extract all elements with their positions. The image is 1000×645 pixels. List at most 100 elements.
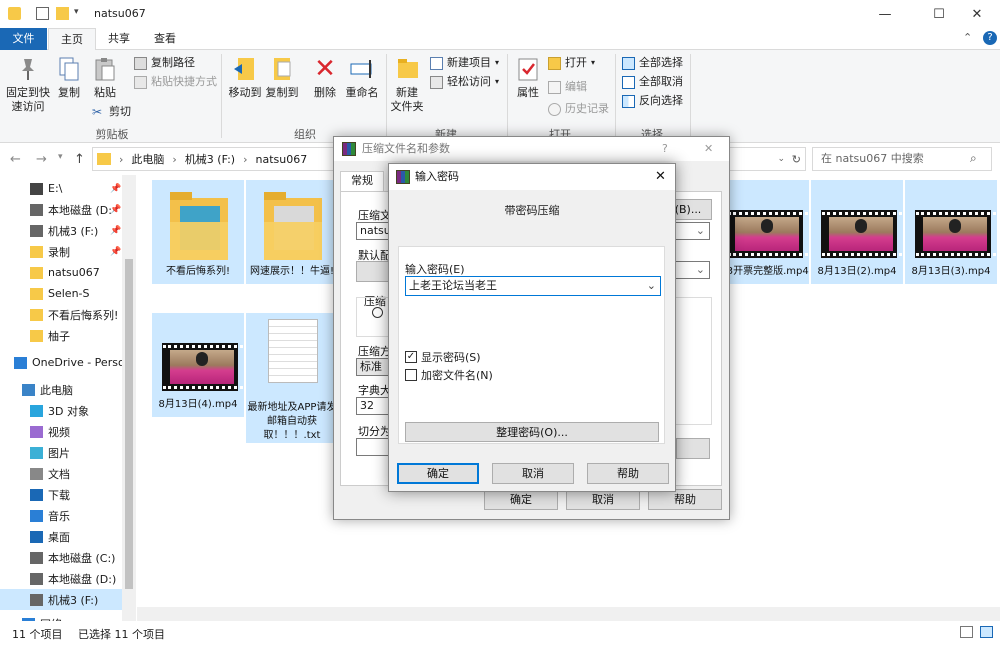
- new-item-button[interactable]: 新建项目 ▾: [430, 54, 499, 72]
- expand-ribbon-icon[interactable]: ⌃: [963, 31, 972, 44]
- sidebar-item[interactable]: 此电脑: [0, 379, 122, 400]
- sidebar-item[interactable]: 桌面: [0, 526, 122, 547]
- sidebar-item[interactable]: 机械3 (F:): [0, 589, 122, 610]
- scrollbar-thumb[interactable]: [125, 259, 133, 589]
- large-icons-view-icon[interactable]: [980, 626, 993, 638]
- sidebar-item[interactable]: 音乐: [0, 505, 122, 526]
- archive-help-button[interactable]: 帮助: [648, 489, 722, 510]
- folder-icon: [30, 266, 43, 279]
- dialog-close-button[interactable]: ✕: [704, 137, 713, 161]
- breadcrumb-folder[interactable]: natsu067: [255, 153, 307, 166]
- copy-button[interactable]: 复制: [54, 56, 84, 100]
- folder-icon: [264, 192, 322, 260]
- sidebar-item[interactable]: 机械3 (F:) 📌: [0, 220, 122, 241]
- sidebar-item[interactable]: 文档: [0, 463, 122, 484]
- pin-icon: 📌: [110, 183, 122, 194]
- new-folder-button[interactable]: 新建 文件夹: [390, 56, 424, 114]
- sidebar-item[interactable]: 下载: [0, 484, 122, 505]
- horizontal-scrollbar[interactable]: [137, 607, 1000, 621]
- customize-toolbar-icon[interactable]: ▾: [74, 7, 87, 20]
- file-item[interactable]: 网速展示！！牛逼!: [246, 180, 338, 284]
- sidebar-item[interactable]: 图片: [0, 442, 122, 463]
- delete-button[interactable]: ✕ 删除: [310, 56, 340, 100]
- sidebar-item[interactable]: E:\ 📌: [0, 178, 122, 199]
- password-dialog-close-button[interactable]: ✕: [655, 164, 666, 190]
- archive-ok-button[interactable]: 确定: [484, 489, 558, 510]
- password-dialog-title-bar: 输入密码 ✕: [389, 164, 675, 190]
- select-all-label: 全部选择: [639, 56, 683, 69]
- up-arrow-icon[interactable]: ↑: [74, 152, 85, 167]
- file-item[interactable]: 最新地址及APP请发邮箱自动获取！！！.txt: [246, 313, 338, 443]
- minimize-button[interactable]: —: [862, 0, 908, 28]
- sidebar-item[interactable]: 3D 对象: [0, 400, 122, 421]
- copy-to-button[interactable]: 复制到: [264, 56, 300, 100]
- properties-quick-icon[interactable]: [36, 7, 49, 20]
- details-view-icon[interactable]: [960, 626, 973, 638]
- address-dropdown-icon[interactable]: ⌄: [777, 154, 785, 164]
- tab-file[interactable]: 文件: [0, 28, 47, 50]
- tab-share[interactable]: 共享: [96, 28, 142, 50]
- sidebar-item[interactable]: 视频: [0, 421, 122, 442]
- help-icon[interactable]: ?: [983, 31, 997, 45]
- dialog-help-button[interactable]: ?: [662, 137, 668, 161]
- edit-button[interactable]: 编辑: [548, 78, 587, 96]
- password-heading: 带密码压缩: [504, 204, 560, 217]
- tab-general[interactable]: 常规: [340, 171, 384, 191]
- copy-path-button[interactable]: 复制路径: [134, 54, 195, 72]
- back-arrow-icon[interactable]: ←: [10, 152, 21, 167]
- encrypt-filenames-checkbox[interactable]: 加密文件名(N): [405, 367, 493, 383]
- select-all-button[interactable]: 全部选择: [622, 54, 683, 72]
- download-icon: [30, 488, 43, 501]
- paste-icon: [92, 56, 118, 82]
- sidebar-item[interactable]: 柚子: [0, 325, 122, 346]
- refresh-icon[interactable]: ↻: [792, 153, 801, 166]
- file-item[interactable]: .13开票完整版.mp4: [717, 180, 814, 284]
- move-to-button[interactable]: 移动到: [227, 56, 263, 100]
- easy-access-button[interactable]: 轻松访问 ▾: [430, 73, 499, 91]
- rename-button[interactable]: 重命名: [343, 56, 381, 100]
- sidebar-item[interactable]: natsu067: [0, 262, 122, 283]
- pin-quick-access-button[interactable]: 固定到快 速访问: [6, 56, 50, 114]
- sidebar-item[interactable]: 录制 📌: [0, 241, 122, 262]
- new-folder-quick-icon[interactable]: [56, 7, 69, 20]
- breadcrumb-this-pc[interactable]: 此电脑: [131, 151, 164, 167]
- open-button[interactable]: 打开 ▾: [548, 54, 595, 72]
- organize-passwords-button[interactable]: 整理密码(O)...: [405, 422, 659, 442]
- password-history-dropdown-icon[interactable]: ⌄: [647, 277, 656, 295]
- sidebar-item[interactable]: Selen-S: [0, 283, 122, 304]
- forward-arrow-icon[interactable]: →: [36, 152, 47, 167]
- sidebar-scrollbar[interactable]: [122, 175, 136, 621]
- password-input[interactable]: 上老王论坛当老王 ⌄: [405, 276, 661, 296]
- invert-selection-button[interactable]: 反向选择: [622, 92, 683, 110]
- password-ok-button[interactable]: 确定: [397, 463, 479, 484]
- archive-cancel-button[interactable]: 取消: [566, 489, 640, 510]
- file-item[interactable]: 8月13日(4).mp4: [152, 313, 249, 417]
- cut-button[interactable]: ✂ 剪切: [92, 103, 131, 121]
- copy-label: 复制: [58, 86, 80, 99]
- password-cancel-button[interactable]: 取消: [492, 463, 574, 484]
- history-button[interactable]: 历史记录: [548, 100, 609, 118]
- sidebar-item[interactable]: 本地磁盘 (D: 📌: [0, 199, 122, 220]
- breadcrumb-drive[interactable]: 机械3 (F:): [185, 151, 235, 167]
- set-password-button[interactable]: [676, 438, 710, 459]
- paste-shortcut-button[interactable]: 粘贴快捷方式: [134, 73, 217, 91]
- sidebar-item[interactable]: 不看后悔系列!: [0, 304, 122, 325]
- file-item[interactable]: 不看后悔系列!: [152, 180, 244, 284]
- sidebar-item[interactable]: 本地磁盘 (D:): [0, 568, 122, 589]
- password-help-button[interactable]: 帮助: [587, 463, 669, 484]
- show-password-checkbox[interactable]: ✓ 显示密码(S): [405, 349, 481, 365]
- properties-button[interactable]: 属性: [512, 56, 544, 100]
- recent-dropdown-icon[interactable]: ▾: [58, 152, 63, 162]
- sidebar-item[interactable]: 本地磁盘 (C:): [0, 547, 122, 568]
- sidebar-item[interactable]: OneDrive - Perso: [0, 352, 122, 373]
- select-none-button[interactable]: 全部取消: [622, 73, 683, 91]
- search-input[interactable]: 在 natsu067 中搜索: [812, 147, 992, 171]
- file-item[interactable]: 8月13日(3).mp4: [905, 180, 1000, 284]
- format-group: [356, 297, 392, 337]
- paste-button[interactable]: 粘贴: [90, 56, 120, 100]
- close-button[interactable]: ✕: [954, 0, 1000, 28]
- tab-view[interactable]: 查看: [142, 28, 188, 50]
- new-item-icon: [430, 56, 443, 70]
- file-item[interactable]: 8月13日(2).mp4: [811, 180, 908, 284]
- tab-home[interactable]: 主页: [48, 28, 96, 51]
